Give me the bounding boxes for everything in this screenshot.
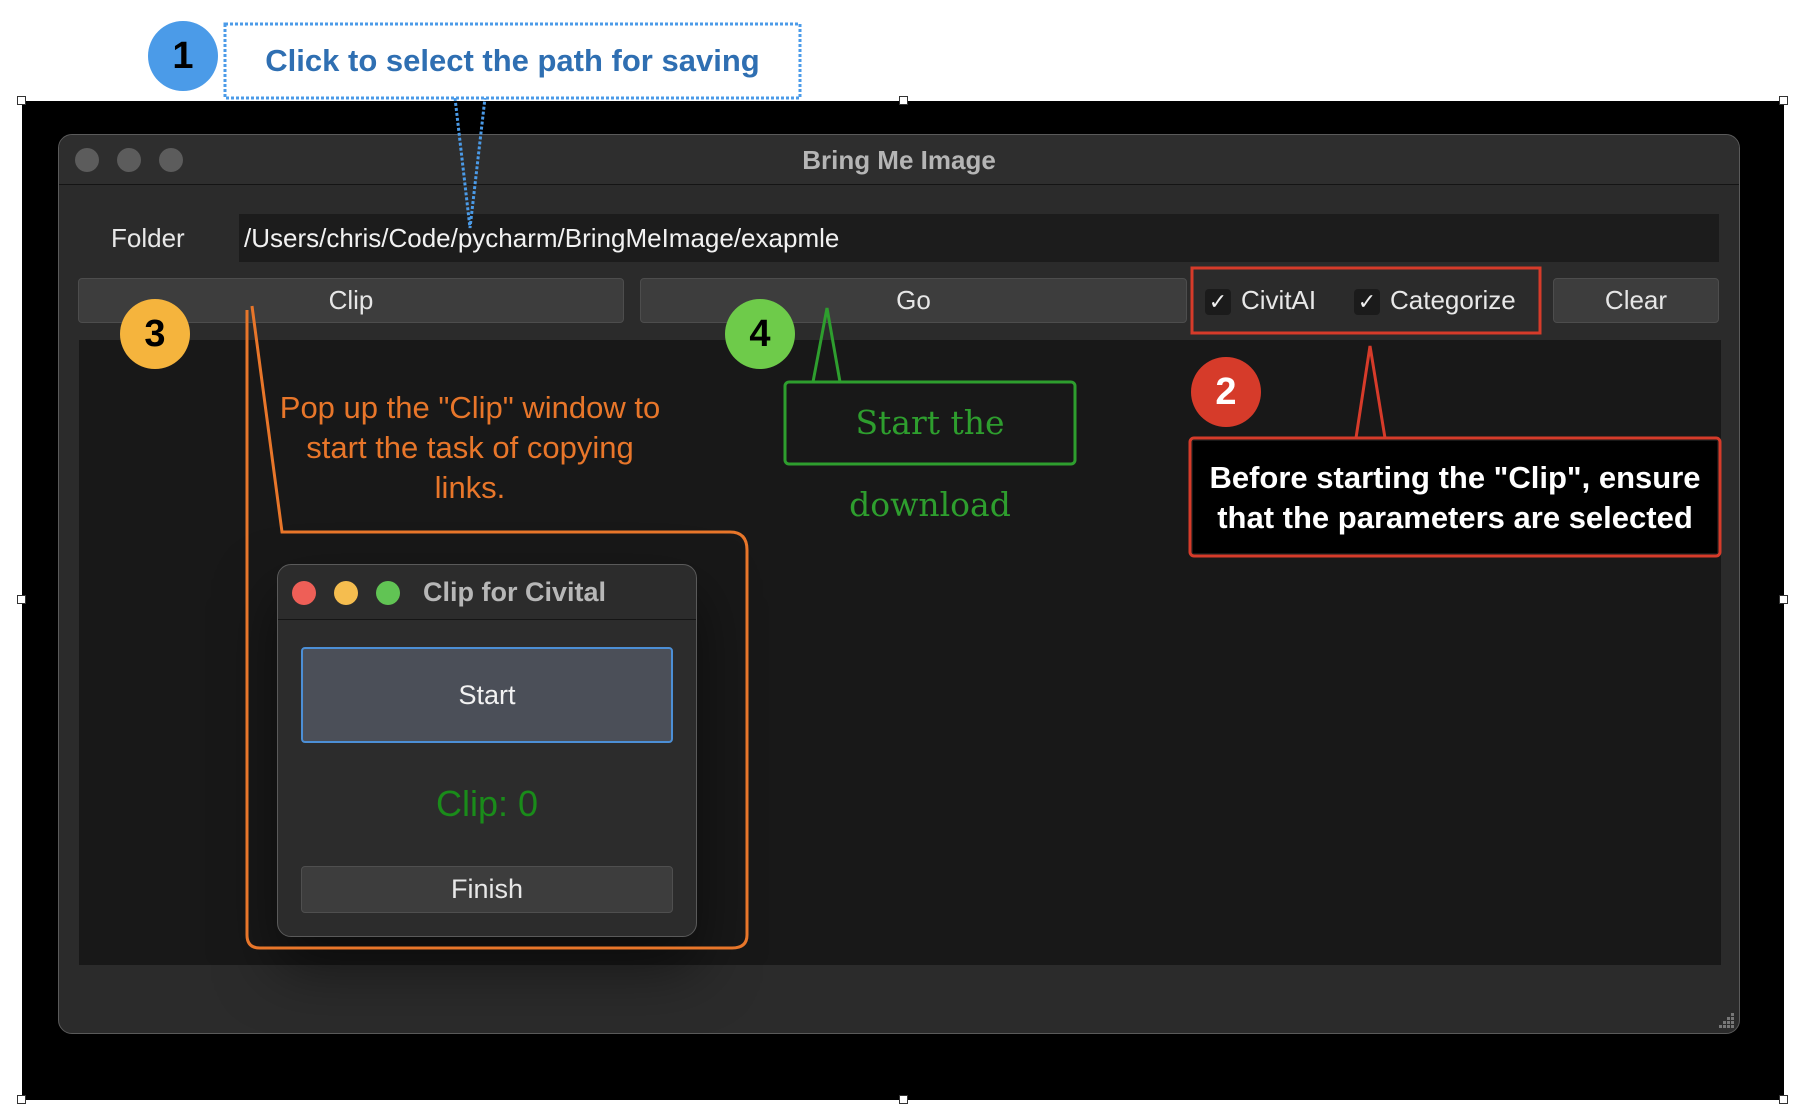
checkbox-categorize[interactable]: ✓ Categorize [1354,278,1516,323]
checkbox-civitai-label: CivitAI [1241,285,1317,315]
title-bar[interactable]: Bring Me Image [59,135,1739,185]
minimize-window-button[interactable] [334,581,358,605]
resize-handle[interactable] [17,595,26,604]
checkbox-categorize-label: Categorize [1390,285,1516,315]
callout-text-2: Before starting the "Clip", ensure that … [1209,460,1701,535]
resize-grip-icon[interactable] [1715,1009,1735,1029]
step-3-badge: 3 [120,299,190,369]
resize-handle[interactable] [899,1095,908,1104]
start-button[interactable]: Start [301,647,673,743]
resize-handle[interactable] [1779,96,1788,105]
go-button[interactable]: Go [640,278,1187,323]
step-1-badge: 1 [148,21,218,91]
finish-button[interactable]: Finish [301,866,673,913]
resize-handle[interactable] [1779,595,1788,604]
checkbox-checked-icon[interactable]: ✓ [1354,289,1380,316]
callout-text-3: Pop up the "Clip" window to start the ta… [279,390,661,505]
checkbox-civitai[interactable]: ✓ CivitAI [1205,278,1316,323]
zoom-window-button[interactable] [376,581,400,605]
clip-window-title-bar[interactable]: Clip for Civital [278,565,696,620]
resize-handle[interactable] [899,96,908,105]
resize-handle[interactable] [17,1095,26,1104]
clip-count: Clip: 0 [435,783,539,824]
resize-handle[interactable] [17,96,26,105]
checkbox-checked-icon[interactable]: ✓ [1205,289,1231,316]
resize-handle[interactable] [1779,1095,1788,1104]
callout-text-1: Click to select the path for saving [265,43,760,78]
close-window-button[interactable] [292,581,316,605]
clip-window: Clip for Civital Start Clip: 0 Finish [277,564,697,937]
folder-label: Folder [111,223,185,253]
callout-text-4: Start the download [849,403,1011,524]
clear-button[interactable]: Clear [1553,278,1719,323]
folder-path-input[interactable] [239,214,1719,262]
clip-window-title: Clip for Civital [423,577,607,607]
step-4-badge: 4 [725,299,795,369]
step-2-badge: 2 [1191,357,1261,427]
window-title: Bring Me Image [802,145,996,175]
